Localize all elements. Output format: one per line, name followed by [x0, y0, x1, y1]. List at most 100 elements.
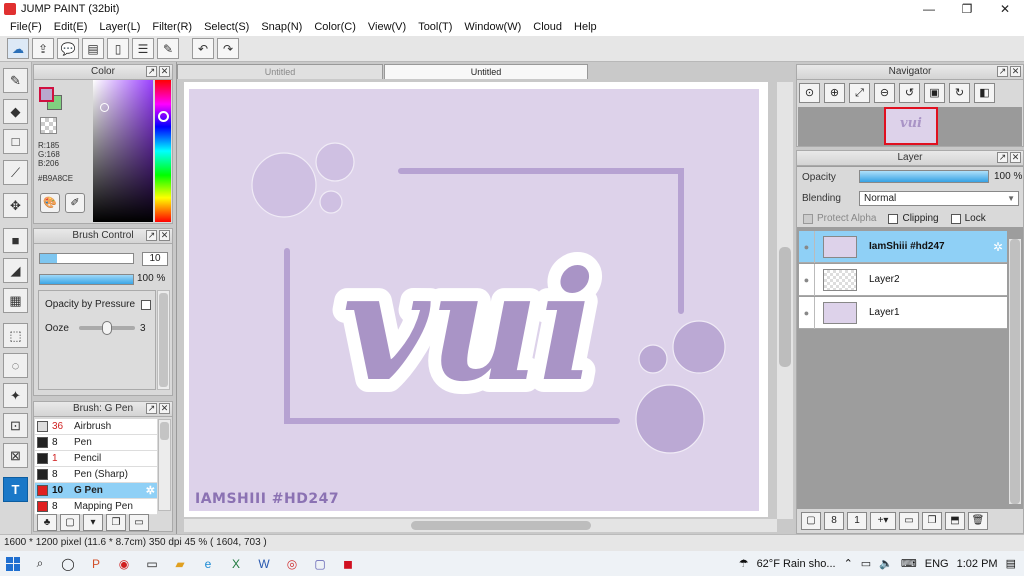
- menu-filter[interactable]: Filter(R): [146, 21, 198, 33]
- folder-icon[interactable]: ▰: [168, 553, 192, 575]
- rectangle-icon[interactable]: □: [3, 129, 28, 154]
- gradient-icon[interactable]: ▦: [3, 288, 28, 313]
- brush-icon[interactable]: ✎: [3, 68, 28, 93]
- minimize-button[interactable]: —: [910, 0, 948, 17]
- brush-menu-icon[interactable]: ▾: [83, 513, 103, 531]
- speech-bubble-icon[interactable]: 💬: [57, 38, 79, 59]
- select-pen-icon[interactable]: ⊡: [3, 413, 28, 438]
- teams-icon[interactable]: ▢: [308, 553, 332, 575]
- menu-cloud[interactable]: Cloud: [527, 21, 568, 33]
- tab-untitled-1[interactable]: Untitled: [177, 64, 383, 79]
- brush-tree-icon[interactable]: ♣: [37, 513, 57, 531]
- brush-list-item[interactable]: 8 Pen: [35, 435, 157, 451]
- visibility-icon[interactable]: ●: [799, 296, 815, 329]
- menu-layer[interactable]: Layer(L): [93, 21, 146, 33]
- redo-icon[interactable]: ↷: [217, 38, 239, 59]
- new-brush-icon[interactable]: ▢: [60, 513, 80, 531]
- clipping-checkbox[interactable]: [888, 213, 899, 224]
- chrome-icon[interactable]: ◎: [280, 553, 304, 575]
- duplicate-layer-icon[interactable]: ❐: [922, 512, 942, 530]
- brush-opacity-slider[interactable]: [39, 274, 134, 285]
- navigator-preview[interactable]: vui: [798, 107, 1022, 146]
- menu-file[interactable]: File(F): [4, 21, 48, 33]
- fit-canvas-icon[interactable]: ▣: [924, 83, 945, 103]
- new-1bit-layer-icon[interactable]: 1: [847, 512, 867, 530]
- select-eraser-icon[interactable]: ⊠: [3, 443, 28, 468]
- undo-icon[interactable]: ↶: [192, 38, 214, 59]
- layer-folder-icon[interactable]: ▭: [899, 512, 919, 530]
- panel-float-icon[interactable]: ↗: [997, 66, 1008, 77]
- share-icon[interactable]: ⇪: [32, 38, 54, 59]
- brush-folder-icon[interactable]: ▭: [129, 513, 149, 531]
- opacity-by-pressure-checkbox[interactable]: [141, 299, 152, 310]
- layer-row-iamshiii[interactable]: ● IamShiii #hd247 ✲: [799, 230, 1007, 263]
- keyboard-icon[interactable]: ⌨: [901, 557, 917, 570]
- layer-row-layer1[interactable]: ● Layer1: [799, 296, 1007, 329]
- rotate-left-icon[interactable]: ↺: [899, 83, 920, 103]
- lasso-icon[interactable]: ◌: [3, 353, 28, 378]
- fit-window-icon[interactable]: ⤢: [849, 83, 870, 103]
- visibility-icon[interactable]: ●: [799, 230, 815, 263]
- comment-icon[interactable]: ▤: [82, 38, 104, 59]
- panel-close-icon[interactable]: ✕: [159, 403, 170, 414]
- task-view-icon[interactable]: ◯: [56, 553, 80, 575]
- brush-size-slider[interactable]: [39, 253, 134, 264]
- protect-alpha-checkbox[interactable]: [803, 213, 813, 224]
- palette-icon[interactable]: 🎨: [40, 193, 60, 213]
- zoom-out-icon[interactable]: ⊖: [874, 83, 895, 103]
- brush-list-item[interactable]: 8 Pen (Sharp): [35, 467, 157, 483]
- panel-float-icon[interactable]: ↗: [146, 66, 157, 77]
- new-8bit-layer-icon[interactable]: 8: [824, 512, 844, 530]
- menu-view[interactable]: View(V): [362, 21, 412, 33]
- move-icon[interactable]: ✥: [3, 193, 28, 218]
- magic-wand-icon[interactable]: ✦: [3, 383, 28, 408]
- app-red-icon[interactable]: ◉: [112, 553, 136, 575]
- layer-row-layer2[interactable]: ● Layer2: [799, 263, 1007, 296]
- text-icon[interactable]: T: [3, 477, 28, 502]
- weather-text[interactable]: 62°F Rain sho...: [757, 558, 836, 570]
- menu-edit[interactable]: Edit(E): [48, 21, 94, 33]
- close-button[interactable]: ✕: [986, 0, 1024, 17]
- navigator-thumbnail[interactable]: vui: [884, 107, 938, 145]
- rotate-right-icon[interactable]: ↻: [949, 83, 970, 103]
- monitor-icon[interactable]: ▭: [140, 553, 164, 575]
- edit-icon[interactable]: ✎: [157, 38, 179, 59]
- add-layer-menu-icon[interactable]: +▾: [870, 512, 896, 530]
- chevron-up-icon[interactable]: ⌃: [844, 557, 853, 570]
- volume-icon[interactable]: 🔈: [879, 557, 893, 570]
- blending-select[interactable]: Normal ▼: [859, 191, 1019, 206]
- panel-float-icon[interactable]: ↗: [146, 230, 157, 241]
- menu-snap[interactable]: Snap(N): [255, 21, 308, 33]
- new-layer-icon[interactable]: ▢: [801, 512, 821, 530]
- foreground-color-swatch[interactable]: [39, 87, 54, 102]
- brush-list-item[interactable]: 36 Airbrush: [35, 419, 157, 435]
- brush-list-item[interactable]: 10 G Pen ✲: [35, 483, 157, 499]
- lock-checkbox[interactable]: [950, 213, 961, 224]
- maximize-button[interactable]: ❐: [948, 0, 986, 17]
- rect-select-icon[interactable]: ⬚: [3, 323, 28, 348]
- notification-icon[interactable]: ▤: [1006, 557, 1016, 570]
- brush-list-item[interactable]: 1 Pencil: [35, 451, 157, 467]
- search-icon[interactable]: ⌕: [28, 553, 52, 575]
- menu-tool[interactable]: Tool(T): [412, 21, 458, 33]
- weather-icon[interactable]: ☂: [739, 557, 749, 570]
- delete-layer-icon[interactable]: 🗑: [968, 512, 988, 530]
- tab-untitled-2[interactable]: Untitled: [384, 64, 588, 79]
- line-icon[interactable]: ⟋: [3, 160, 28, 185]
- hue-slider[interactable]: [155, 80, 171, 222]
- word-icon[interactable]: W: [252, 553, 276, 575]
- brush-list-scrollbar[interactable]: [158, 419, 171, 511]
- panel-close-icon[interactable]: ✕: [1010, 66, 1021, 77]
- edge-icon[interactable]: e: [196, 553, 220, 575]
- clock[interactable]: 1:02 PM: [957, 558, 998, 570]
- menu-window[interactable]: Window(W): [458, 21, 527, 33]
- network-icon[interactable]: ▭: [861, 557, 871, 570]
- panel-float-icon[interactable]: ↗: [146, 403, 157, 414]
- drawing-canvas[interactable]: vui vui IAMSHIII #HD247: [189, 89, 759, 511]
- powerpoint-icon[interactable]: P: [84, 553, 108, 575]
- panel-close-icon[interactable]: ✕: [159, 230, 170, 241]
- transparent-color-swatch[interactable]: [40, 117, 57, 134]
- menu-select[interactable]: Select(S): [198, 21, 255, 33]
- saturation-value-picker[interactable]: [93, 80, 153, 222]
- jump-paint-icon[interactable]: ◼: [336, 553, 360, 575]
